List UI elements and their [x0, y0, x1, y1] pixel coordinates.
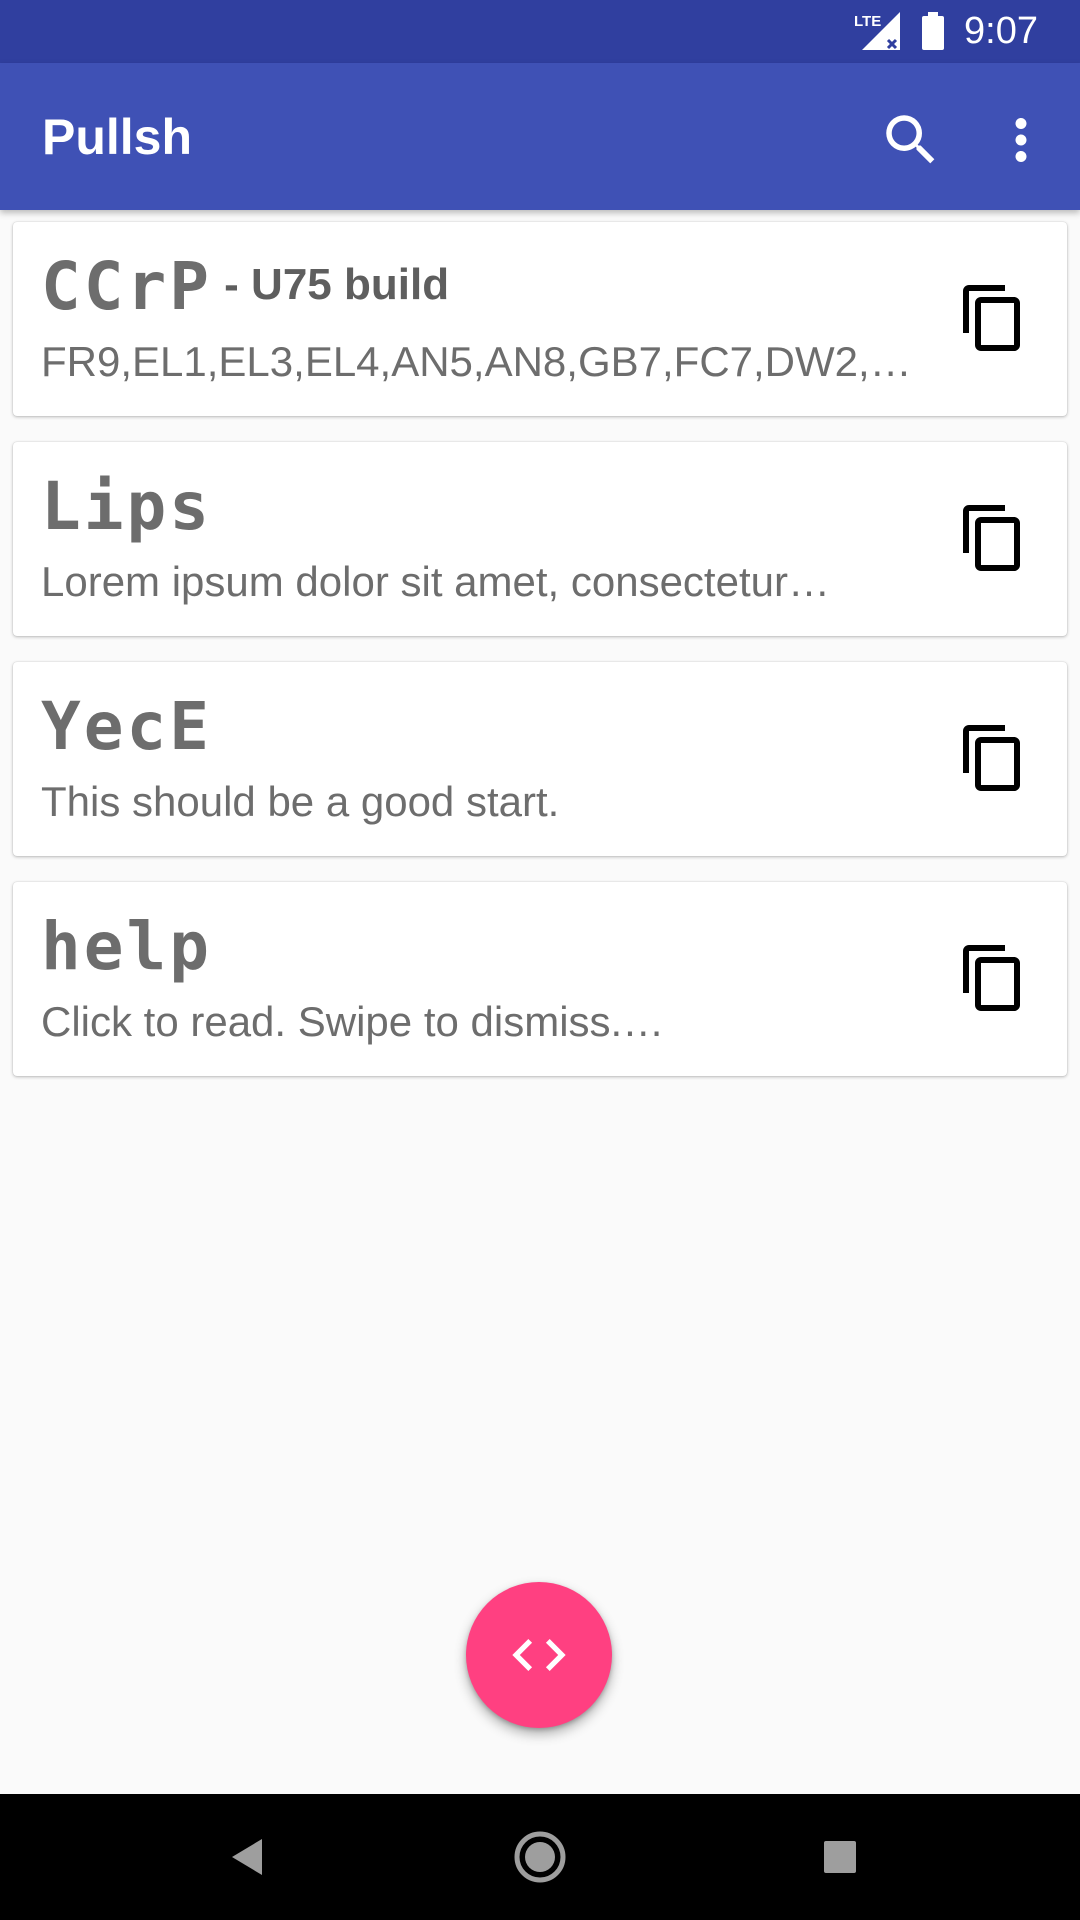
- list-item[interactable]: CCrP - U75 build FR9,EL1,EL3,EL4,AN5,AN8…: [13, 222, 1067, 416]
- home-icon[interactable]: [510, 1827, 570, 1887]
- copy-icon[interactable]: [957, 722, 1029, 794]
- copy-icon[interactable]: [957, 282, 1029, 354]
- item-description: Click to read. Swipe to dismiss.…: [41, 998, 665, 1045]
- app-title: Pullsh: [42, 109, 193, 165]
- list-item[interactable]: YecE This should be a good start.: [13, 662, 1067, 856]
- item-name: Lips: [41, 468, 212, 545]
- list-item[interactable]: Lips Lorem ipsum dolor sit amet, consect…: [13, 442, 1067, 636]
- item-name-suffix: - U75 build: [211, 260, 450, 309]
- more-vert-icon[interactable]: [988, 107, 1054, 173]
- app-bar: Pullsh: [0, 63, 1080, 210]
- item-name: CCrP - U75 build: [41, 248, 450, 325]
- svg-text:LTE: LTE: [854, 13, 881, 30]
- item-description: Lorem ipsum dolor sit amet, consectetur…: [41, 558, 830, 605]
- battery-icon: [922, 12, 944, 50]
- status-bar: LTE 9:07: [0, 0, 1080, 63]
- search-icon[interactable]: [878, 107, 944, 173]
- item-description: FR9,EL1,EL3,EL4,AN5,AN8,GB7,FC7,DW2,…: [41, 338, 912, 385]
- copy-icon[interactable]: [957, 502, 1029, 574]
- code-fab-button[interactable]: [466, 1582, 612, 1728]
- item-name: help: [41, 908, 212, 985]
- item-name: YecE: [41, 688, 212, 765]
- code-icon: [512, 1639, 566, 1671]
- status-time: 9:07: [964, 10, 1038, 52]
- back-icon[interactable]: [218, 1829, 274, 1885]
- recents-icon[interactable]: [812, 1829, 868, 1885]
- system-nav-bar: [0, 1794, 1080, 1920]
- snippet-list: CCrP - U75 build FR9,EL1,EL3,EL4,AN5,AN8…: [13, 222, 1067, 1102]
- item-description: This should be a good start.: [41, 778, 560, 825]
- lte-signal-icon: LTE: [854, 12, 900, 50]
- list-item[interactable]: help Click to read. Swipe to dismiss.…: [13, 882, 1067, 1076]
- copy-icon[interactable]: [957, 942, 1029, 1014]
